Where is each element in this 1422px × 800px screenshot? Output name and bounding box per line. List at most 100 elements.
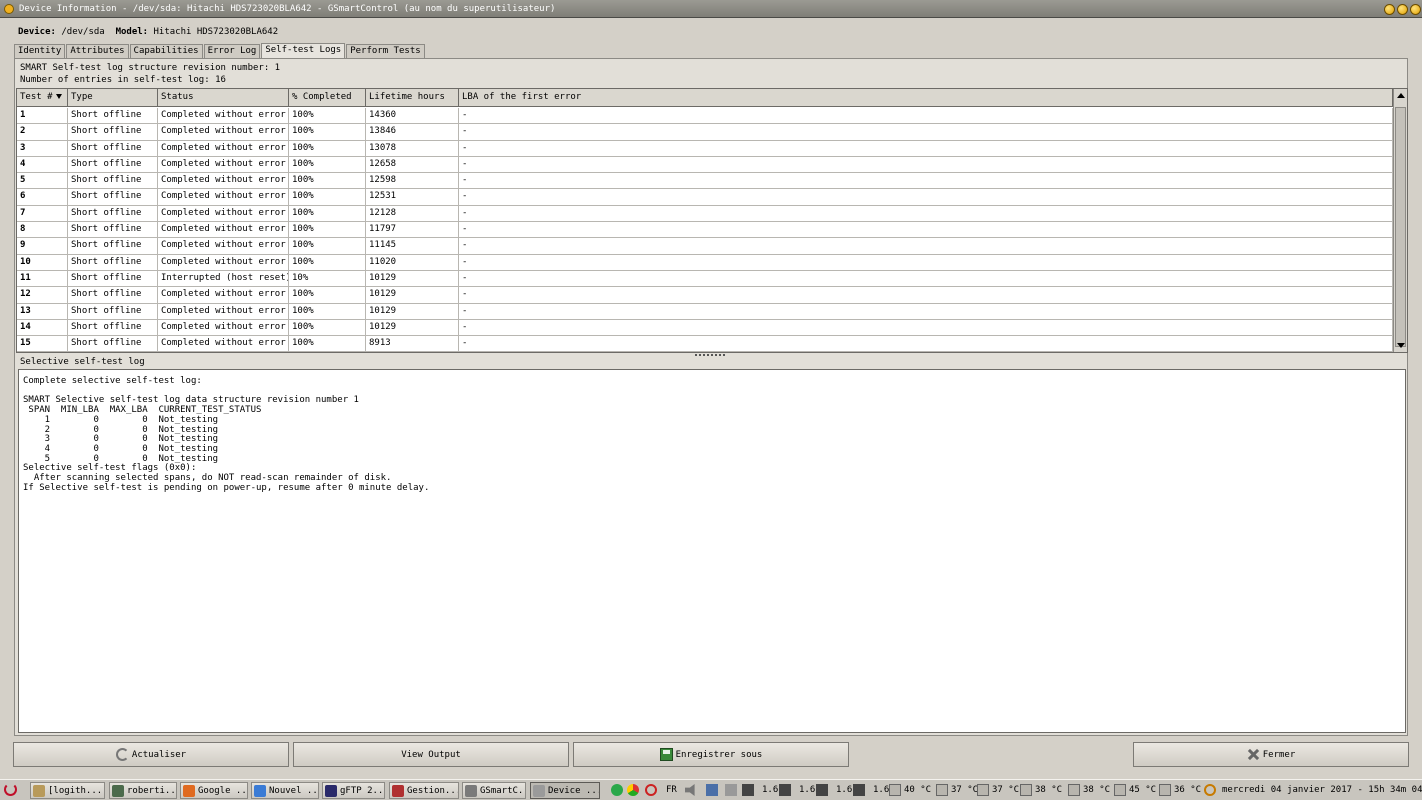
cell-status: Completed without error (158, 156, 289, 173)
column-header-lifetime[interactable]: Lifetime hours (366, 89, 459, 107)
volume-icon[interactable] (685, 784, 695, 796)
cell-lifetime-hours: 10129 (366, 270, 459, 287)
table-row[interactable]: 8 Short offline Completed without error 100… (17, 222, 1393, 239)
scroll-up-icon[interactable] (1397, 93, 1405, 98)
column-header-lba[interactable]: LBA of the first error (459, 89, 1393, 107)
cell-test-num: 3 (17, 140, 68, 156)
hdd-temp-icon[interactable] (1020, 784, 1032, 796)
table-row[interactable]: 9 Short offline Completed without error 100… (17, 238, 1393, 255)
save-icon (659, 748, 673, 761)
cell-test-num: 7 (17, 205, 68, 222)
table-row[interactable]: 2 Short offline Completed without error 100… (17, 124, 1393, 141)
cell-lifetime-hours: 12128 (366, 205, 459, 222)
cpu-monitor-icon[interactable] (853, 784, 865, 796)
maximize-button[interactable] (1397, 4, 1408, 15)
cpu-monitor-icon[interactable] (742, 784, 754, 796)
scroll-thumb[interactable] (1395, 107, 1406, 347)
table-scrollbar[interactable] (1393, 89, 1407, 352)
cell-status: Completed without error (158, 140, 289, 156)
cell-test-num: 8 (17, 222, 68, 238)
cell-test-num: 15 (17, 336, 68, 352)
refresh-icon (115, 748, 129, 761)
table-row[interactable]: 6 Short offline Completed without error 100… (17, 189, 1393, 206)
table-row[interactable]: 1 Short offline Completed without error 100… (17, 108, 1393, 125)
table-row[interactable]: 5 Short offline Completed without error 100… (17, 173, 1393, 190)
cell-type: Short offline (68, 238, 158, 254)
tab-perform-tests[interactable]: Perform Tests (346, 44, 425, 58)
save-as-button[interactable]: Enregistrer sous (573, 742, 849, 767)
taskbar-item-google[interactable]: Google ... (180, 782, 248, 799)
table-row[interactable]: 13 Short offline Completed without error 10… (17, 303, 1393, 320)
chrome-icon[interactable] (627, 784, 639, 796)
scroll-down-icon[interactable] (1397, 343, 1405, 348)
taskbar-item-gftp[interactable]: gFTP 2.... (322, 782, 385, 799)
hdd-temperature: 36 °C (1174, 785, 1202, 795)
keyboard-layout[interactable]: FR (666, 785, 677, 795)
cell-type: Short offline (68, 222, 158, 238)
selective-log-textview[interactable]: Complete selective self-test log: SMART … (18, 369, 1406, 733)
taskbar-item-device[interactable]: Device ... (530, 782, 600, 799)
column-header-status[interactable]: Status (158, 89, 289, 107)
printer-icon[interactable] (725, 784, 737, 796)
taskbar-item-nouvel[interactable]: Nouvel ... (251, 782, 319, 799)
cell-status: Completed without error (158, 303, 289, 319)
view-output-button[interactable]: View Output (293, 742, 569, 767)
cell-lifetime-hours: 11020 (366, 254, 459, 270)
cell-completed: 100% (289, 238, 366, 254)
search-icon[interactable] (1204, 784, 1216, 796)
close-window-button[interactable] (1410, 4, 1421, 15)
alarm-clock-icon[interactable] (645, 784, 657, 796)
cell-completed: 100% (289, 205, 366, 222)
column-header-completed[interactable]: % Completed (289, 89, 366, 107)
pane-splitter[interactable] (695, 354, 725, 359)
table-row[interactable]: 11 Short offline Interrupted (host reset) 1… (17, 270, 1393, 288)
taskbar-item-roberti[interactable]: roberti... (109, 782, 177, 799)
chat-icon[interactable] (611, 784, 623, 796)
column-header-type[interactable]: Type (68, 89, 158, 107)
taskbar-item-gsmartcontrol[interactable]: GSmartC... (462, 782, 526, 799)
table-row[interactable]: 7 Short offline Completed without error 100… (17, 205, 1393, 223)
hdd-temp-icon[interactable] (936, 784, 948, 796)
table-row[interactable]: 10 Short offline Completed without error 10… (17, 254, 1393, 271)
device-value: /dev/sda (61, 27, 105, 37)
tab-self-test-logs[interactable]: Self-test Logs (261, 43, 346, 58)
cell-lifetime-hours: 13078 (366, 140, 459, 156)
start-menu-icon[interactable] (4, 783, 17, 796)
table-row[interactable]: 4 Short offline Completed without error 100… (17, 156, 1393, 174)
cell-lifetime-hours: 8913 (366, 336, 459, 352)
cell-test-num: 2 (17, 124, 68, 140)
hdd-temp-icon[interactable] (1114, 784, 1126, 796)
table-row[interactable]: 14 Short offline Completed without error 10… (17, 319, 1393, 337)
app-icon (254, 784, 266, 797)
table-row[interactable]: 15 Short offline Completed without error 10… (17, 336, 1393, 352)
taskbar-item-gestion[interactable]: Gestion... (389, 782, 459, 799)
selective-log-text: Complete selective self-test log: SMART … (23, 376, 430, 493)
minimize-button[interactable] (1384, 4, 1395, 15)
cell-test-num: 14 (17, 319, 68, 336)
table-row[interactable]: 12 Short offline Completed without error 10… (17, 287, 1393, 304)
tab-attributes[interactable]: Attributes (66, 44, 129, 58)
table-header: Test # Type Status % Completed Lifetime … (17, 89, 1393, 107)
cell-lifetime-hours: 12658 (366, 156, 459, 173)
tab-identity[interactable]: Identity (14, 44, 66, 58)
refresh-button[interactable]: Actualiser (13, 742, 289, 767)
table-row[interactable]: 3 Short offline Completed without error 100… (17, 140, 1393, 157)
hdd-temp-icon[interactable] (1068, 784, 1080, 796)
tab-error-log[interactable]: Error Log (203, 44, 261, 58)
column-header-test-num[interactable]: Test # (17, 89, 68, 107)
hdd-temp-icon[interactable] (889, 784, 901, 796)
taskbar-item-logith[interactable]: [logith... (30, 782, 105, 799)
hdd-temp-icon[interactable] (977, 784, 989, 796)
hdd-temperature: 37 °C (992, 785, 1020, 795)
network-icon[interactable] (706, 784, 718, 796)
cpu-monitor-icon[interactable] (779, 784, 791, 796)
close-button[interactable]: Fermer (1133, 742, 1409, 767)
tab-capabilities[interactable]: Capabilities (129, 44, 203, 58)
cpu-monitor-icon[interactable] (816, 784, 828, 796)
hdd-temp-icon[interactable] (1159, 784, 1171, 796)
cell-lba: - (459, 205, 1393, 222)
device-label: Device: (18, 27, 56, 37)
taskbar-item-label: GSmartC... (480, 785, 525, 796)
cell-lba: - (459, 222, 1393, 238)
cell-lba: - (459, 189, 1393, 205)
